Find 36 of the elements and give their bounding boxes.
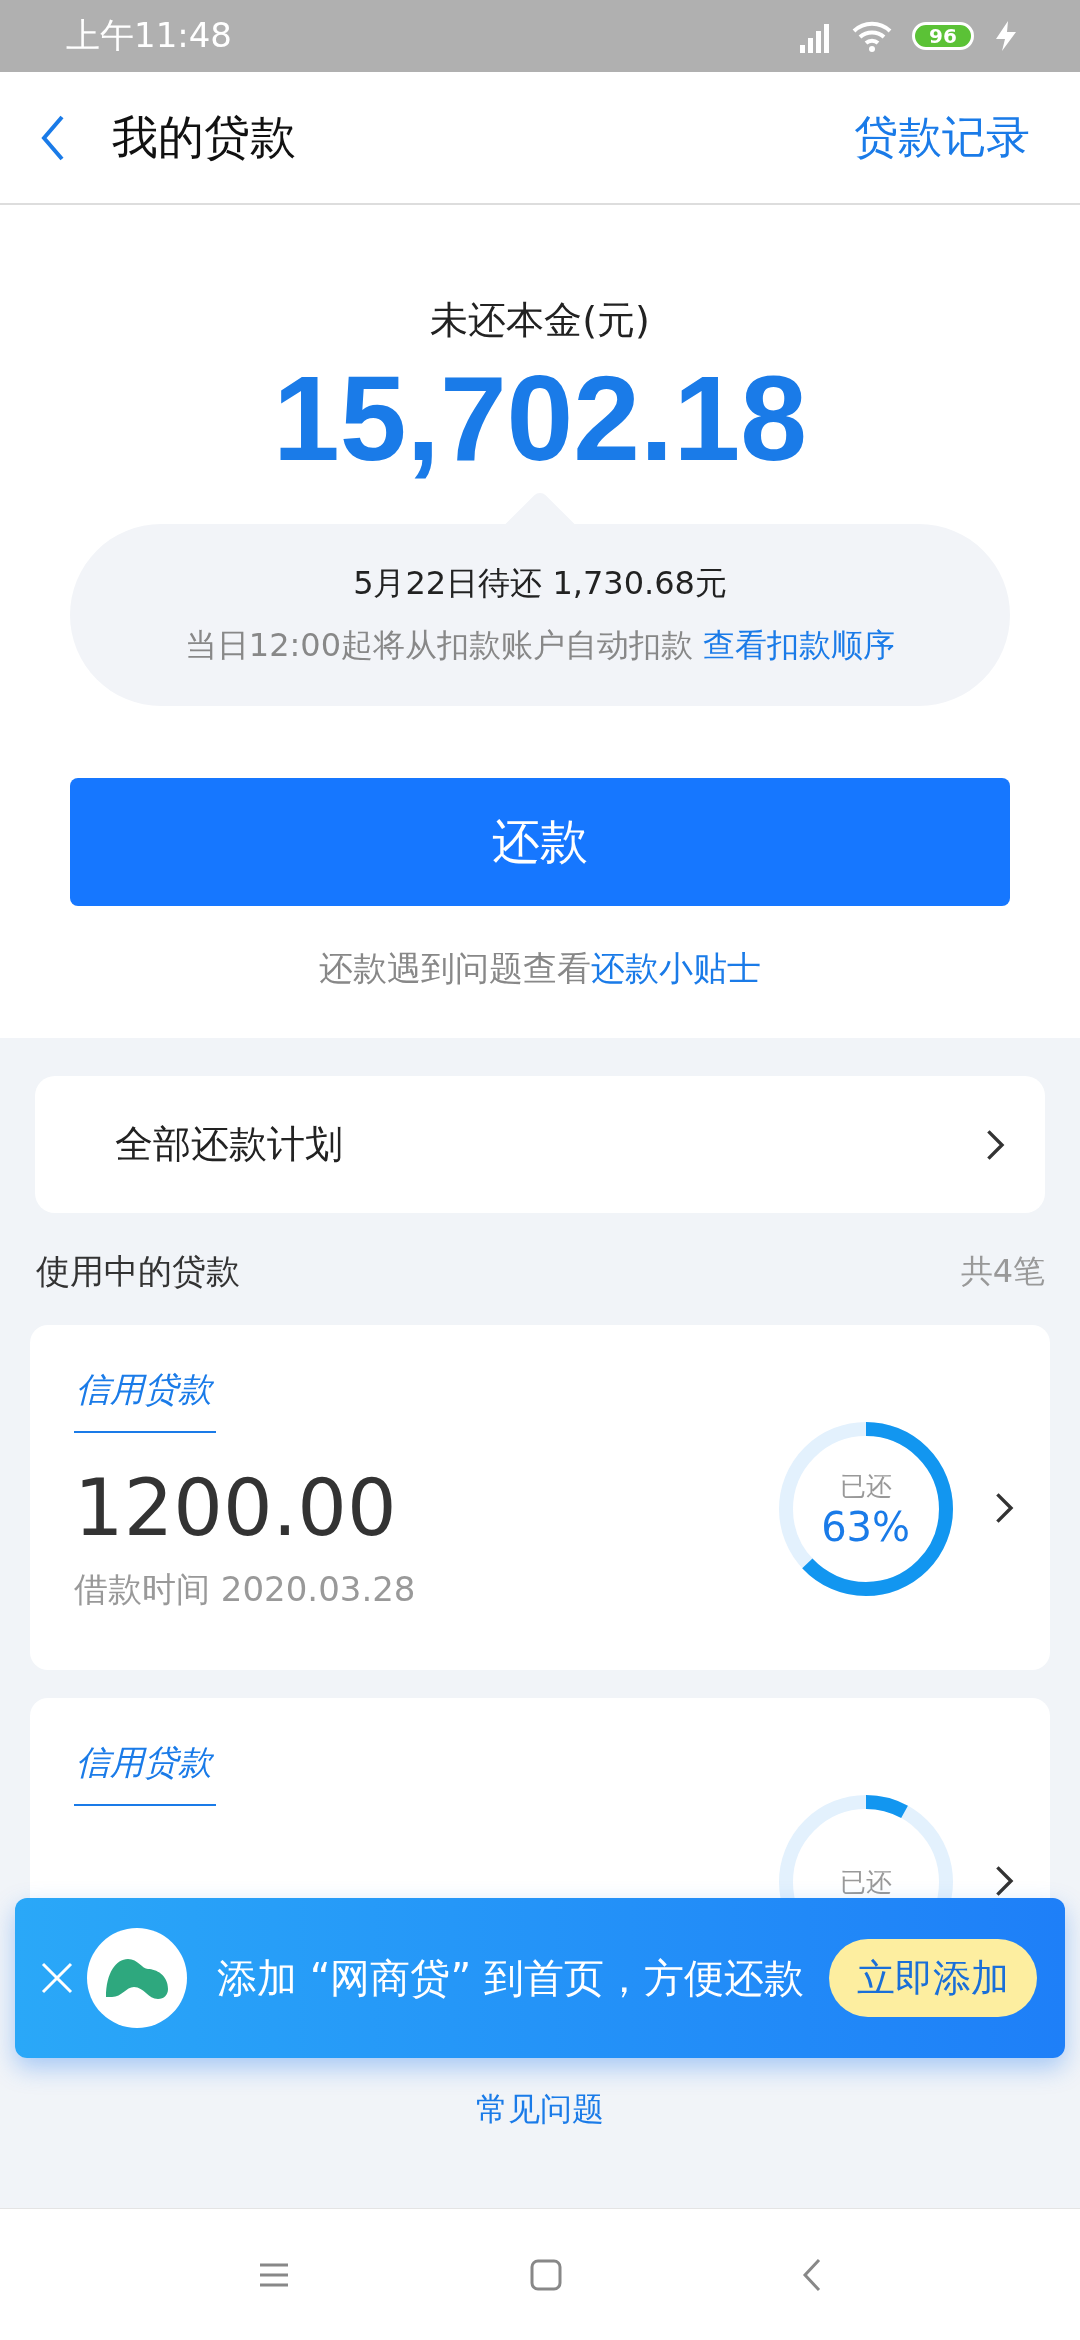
repaid-label: 已还 bbox=[839, 1865, 892, 1899]
principal-amount: 15,702.18 bbox=[273, 352, 807, 484]
chevron-right-icon bbox=[993, 1491, 1014, 1525]
repaid-label: 已还 bbox=[839, 1469, 892, 1503]
repayment-plan-row[interactable]: 全部还款计划 bbox=[35, 1076, 1045, 1213]
loan-history-link[interactable]: 贷款记录 bbox=[854, 108, 1030, 167]
section-title: 使用中的贷款 bbox=[36, 1250, 240, 1293]
loan-count: 共4笔 bbox=[960, 1251, 1045, 1292]
home-icon[interactable] bbox=[530, 2258, 562, 2291]
plan-label: 全部还款计划 bbox=[115, 1121, 343, 1168]
chevron-right-icon bbox=[993, 1864, 1014, 1898]
auto-debit-note: 当日12:00起将从扣款账户自动扣款 查看扣款顺序 bbox=[184, 625, 896, 666]
repay-tips-link[interactable]: 还款小贴士 bbox=[591, 948, 761, 988]
close-button[interactable] bbox=[39, 1960, 75, 1996]
loan-card[interactable]: 信用贷款 1200.00 借款时间 2020.03.28 已还 63% bbox=[30, 1325, 1050, 1670]
add-now-button[interactable]: 立即添加 bbox=[829, 1939, 1037, 2017]
menu-icon[interactable] bbox=[258, 2261, 290, 2288]
loan-type: 信用贷款 bbox=[74, 1740, 216, 1806]
repay-tip: 还款遇到问题查看还款小贴士 bbox=[319, 947, 761, 990]
battery-level: 96 bbox=[912, 22, 974, 50]
status-time: 上午11:48 bbox=[66, 14, 232, 57]
principal-label: 未还本金(元) bbox=[430, 297, 650, 344]
back-icon[interactable] bbox=[40, 113, 66, 162]
due-text: 5月22日待还 1,730.68元 bbox=[353, 563, 727, 604]
page-title: 我的贷款 bbox=[112, 108, 297, 166]
wifi-icon bbox=[850, 19, 894, 53]
repay-button[interactable]: 还款 bbox=[70, 778, 1010, 906]
back-icon[interactable] bbox=[802, 2257, 822, 2292]
faq-link[interactable]: 常见问题 bbox=[476, 2088, 604, 2132]
repaid-percent: 63% bbox=[821, 1503, 911, 1550]
loan-date: 借款时间 2020.03.28 bbox=[74, 1568, 416, 1611]
chevron-right-icon bbox=[984, 1127, 1005, 1162]
loan-type: 信用贷款 bbox=[74, 1367, 216, 1433]
loan-amount: 1200.00 bbox=[74, 1463, 397, 1553]
debit-order-link[interactable]: 查看扣款顺序 bbox=[703, 626, 896, 664]
banner-text: 添加 “网商贷” 到首页，方便还款 bbox=[217, 1953, 805, 2003]
